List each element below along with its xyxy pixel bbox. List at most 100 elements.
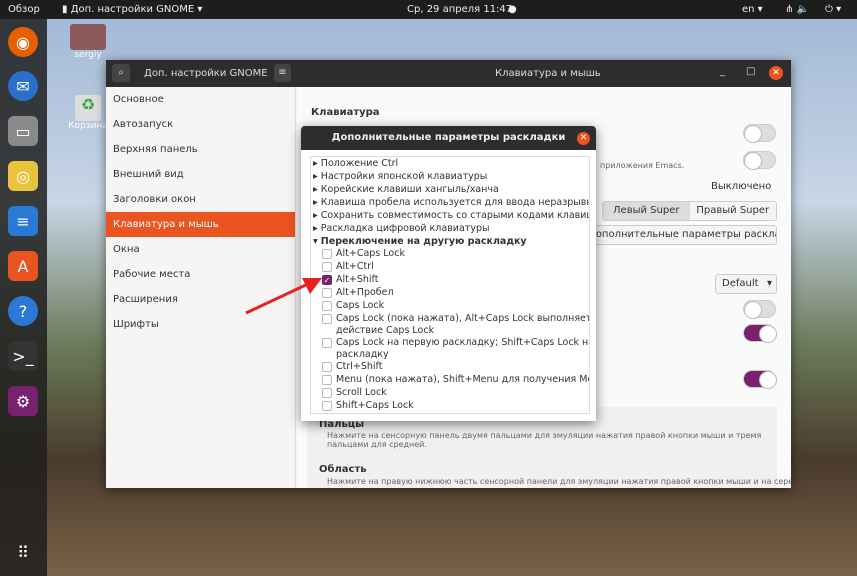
tree-group-expanded[interactable]: ▾ Переключение на другую раскладку	[313, 235, 589, 248]
help-icon[interactable]: ?	[8, 296, 38, 326]
group-label: Клавиша пробела используется для ввода н…	[320, 197, 590, 208]
option-label: Alt+Caps Lock	[336, 248, 405, 259]
dialog-title: Дополнительные параметры раскладки	[331, 132, 566, 143]
sidebar-item[interactable]: Верхняя панель	[106, 137, 295, 162]
checkbox[interactable]	[322, 249, 332, 259]
sidebar-item-selected[interactable]: Клавиатура и мышь	[106, 212, 295, 237]
dialog-header: Дополнительные параметры раскладки ✕	[301, 126, 596, 150]
option-checkbox[interactable]: ✓ Alt+Shift	[313, 274, 589, 287]
option-checkbox[interactable]: Caps Lock (пока нажата), Alt+Caps Lock в…	[313, 313, 589, 337]
sidebar-item[interactable]: Внешний вид	[106, 162, 295, 187]
close-icon[interactable]: ✕	[577, 132, 590, 145]
show-apps-icon[interactable]: ⠿	[8, 537, 38, 567]
terminal-icon[interactable]: >_	[8, 341, 38, 371]
desktop-trash[interactable]: ♻ Корзина	[66, 95, 110, 131]
option-checkbox[interactable]: Alt+Caps Lock	[313, 248, 589, 261]
home-folder-icon	[70, 24, 106, 50]
dropdown-value: Default	[722, 278, 759, 289]
firefox-icon[interactable]: ◉	[8, 27, 38, 57]
group-label: Настройки японской клавиатуры	[320, 171, 488, 182]
section-title: Клавиатура	[311, 107, 380, 118]
option-checkbox[interactable]: Menu (пока нажата), Shift+Menu для получ…	[313, 374, 589, 387]
checkbox[interactable]	[322, 401, 332, 411]
layout-options-dialog: Дополнительные параметры раскладки ✕ ▸ По…	[301, 126, 596, 421]
dock: ◉ ✉ ▭ ◎ ≡ A ? >_ ⚙ ⠿	[0, 19, 47, 576]
close-button[interactable]: ✕	[769, 66, 783, 80]
files-icon[interactable]: ▭	[8, 116, 38, 146]
checkbox[interactable]	[322, 338, 332, 348]
option-label: Ctrl+Shift	[336, 361, 383, 372]
sidebar-item[interactable]: Основное	[106, 87, 295, 112]
fingers-desc: Нажмите на сенсорную панель двумя пальца…	[327, 431, 762, 449]
option-label: Caps Lock	[336, 300, 385, 311]
option-label: Shift+Caps Lock	[336, 400, 414, 411]
option-label: Alt+Shift	[336, 274, 379, 285]
search-icon[interactable]: ⌕	[112, 64, 130, 82]
system-menu[interactable]: ⏻ ▾	[825, 4, 841, 15]
software-icon[interactable]: A	[8, 251, 38, 281]
thunderbird-icon[interactable]: ✉	[8, 71, 38, 101]
option-checkbox[interactable]: Shift+Caps Lock	[313, 400, 589, 413]
header-bar: ⌕ Доп. настройки GNOME ≡ Клавиатура и мы…	[106, 60, 791, 87]
activities-button[interactable]: Обзор	[8, 4, 40, 15]
option-label: Menu (пока нажата), Shift+Menu для получ…	[336, 374, 590, 385]
app-title: Доп. настройки GNOME	[144, 68, 268, 79]
writer-icon[interactable]: ≡	[8, 206, 38, 236]
option-label: Caps Lock (пока нажата), Alt+Caps Lock в…	[336, 313, 590, 336]
group-label: Сохранить совместимость со старыми кодам…	[320, 210, 590, 221]
option-label: Alt+Ctrl	[336, 261, 374, 272]
sidebar-item[interactable]: Окна	[106, 237, 295, 262]
option-label: Scroll Lock	[336, 387, 387, 398]
language-menu[interactable]: en ▾	[742, 4, 763, 15]
option-checkbox[interactable]: Caps Lock на первую раскладку; Shift+Cap…	[313, 337, 589, 361]
desktop-home[interactable]: sergiy	[70, 24, 106, 60]
right-super-button[interactable]: Правый Super	[689, 202, 776, 220]
option-checkbox[interactable]: Alt+Пробел	[313, 287, 589, 300]
left-super-button[interactable]: Левый Super	[603, 202, 690, 220]
toggle-switch-on[interactable]	[743, 324, 777, 343]
menu-icon[interactable]: ≡	[274, 64, 291, 82]
app-menu[interactable]: ▮ Доп. настройки GNOME ▾	[62, 4, 202, 15]
tree-group[interactable]: ▸ Положение Ctrl	[313, 157, 589, 170]
toggle-switch-on[interactable]	[743, 370, 777, 389]
sidebar-item[interactable]: Заголовки окон	[106, 187, 295, 212]
tree-group[interactable]: ▸ Корейские клавиши хангыль/ханча	[313, 183, 589, 196]
option-label: Alt+Пробел	[336, 287, 394, 298]
area-title: Область	[319, 464, 367, 475]
checkbox[interactable]	[322, 362, 332, 372]
advanced-layout-button[interactable]: Дополнительные параметры раскладки	[587, 225, 777, 245]
chevron-down-icon: ▾	[766, 278, 772, 289]
notification-dot-icon: ●	[508, 4, 517, 15]
tree-group[interactable]: ▸ Клавиша пробела используется для ввода…	[313, 196, 589, 209]
emacs-desc: приложения Emacs.	[600, 161, 685, 170]
toggle-switch[interactable]	[743, 151, 776, 170]
red-arrow-annotation	[245, 278, 322, 315]
toggle-switch[interactable]	[743, 124, 776, 143]
window-title: Клавиатура и мышь	[495, 68, 601, 79]
rhythmbox-icon[interactable]: ◎	[8, 161, 38, 191]
default-dropdown[interactable]: Default ▾	[715, 274, 777, 294]
sidebar-item[interactable]: Автозапуск	[106, 112, 295, 137]
tweaks-icon[interactable]: ⚙	[8, 386, 38, 416]
status-label: Выключено	[711, 181, 772, 192]
area-desc: Нажмите на правую нижнюю часть сенсорной…	[327, 477, 791, 486]
trash-icon: ♻	[75, 95, 101, 121]
tree-group[interactable]: ▸ Настройки японской клавиатуры	[313, 170, 589, 183]
checkbox[interactable]	[322, 375, 332, 385]
toggle-switch[interactable]	[743, 300, 776, 319]
maximize-button[interactable]: □	[746, 66, 755, 77]
checkbox[interactable]	[322, 388, 332, 398]
option-checkbox[interactable]: Ctrl+Shift	[313, 361, 589, 374]
option-checkbox[interactable]: Scroll Lock	[313, 387, 589, 400]
group-label: Положение Ctrl	[320, 158, 399, 169]
clock[interactable]: Ср, 29 апреля 11:47	[407, 4, 512, 15]
network-icon[interactable]: ⋔ 🔈	[785, 4, 809, 15]
option-checkbox[interactable]: Caps Lock	[313, 300, 589, 313]
options-tree[interactable]: ▸ Положение Ctrl ▸ Настройки японской кла…	[310, 156, 590, 414]
group-label: Раскладка цифровой клавиатуры	[320, 223, 490, 234]
option-checkbox[interactable]: Alt+Ctrl	[313, 261, 589, 274]
group-label: Корейские клавиши хангыль/ханча	[320, 184, 499, 195]
tree-group[interactable]: ▸ Раскладка цифровой клавиатуры	[313, 222, 589, 235]
minimize-button[interactable]: _	[720, 66, 725, 77]
tree-group[interactable]: ▸ Сохранить совместимость со старыми код…	[313, 209, 589, 222]
